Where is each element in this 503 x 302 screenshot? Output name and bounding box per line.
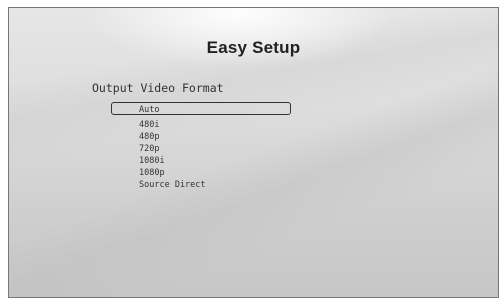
option-480i[interactable]: 480i xyxy=(111,119,206,131)
setup-screen: Easy Setup Output Video Format Auto 480i… xyxy=(8,7,499,298)
option-480p[interactable]: 480p xyxy=(111,131,206,143)
option-auto[interactable]: Auto xyxy=(111,102,291,116)
video-format-list: Auto 480i 480p 720p 1080i 1080p Source D… xyxy=(111,102,291,191)
option-1080p[interactable]: 1080p xyxy=(111,167,206,179)
page-title: Easy Setup xyxy=(206,38,301,57)
option-source-direct[interactable]: Source Direct xyxy=(111,179,206,191)
option-720p[interactable]: 720p xyxy=(111,143,206,155)
section-heading: Output Video Format xyxy=(92,81,224,95)
option-1080i[interactable]: 1080i xyxy=(111,155,206,167)
